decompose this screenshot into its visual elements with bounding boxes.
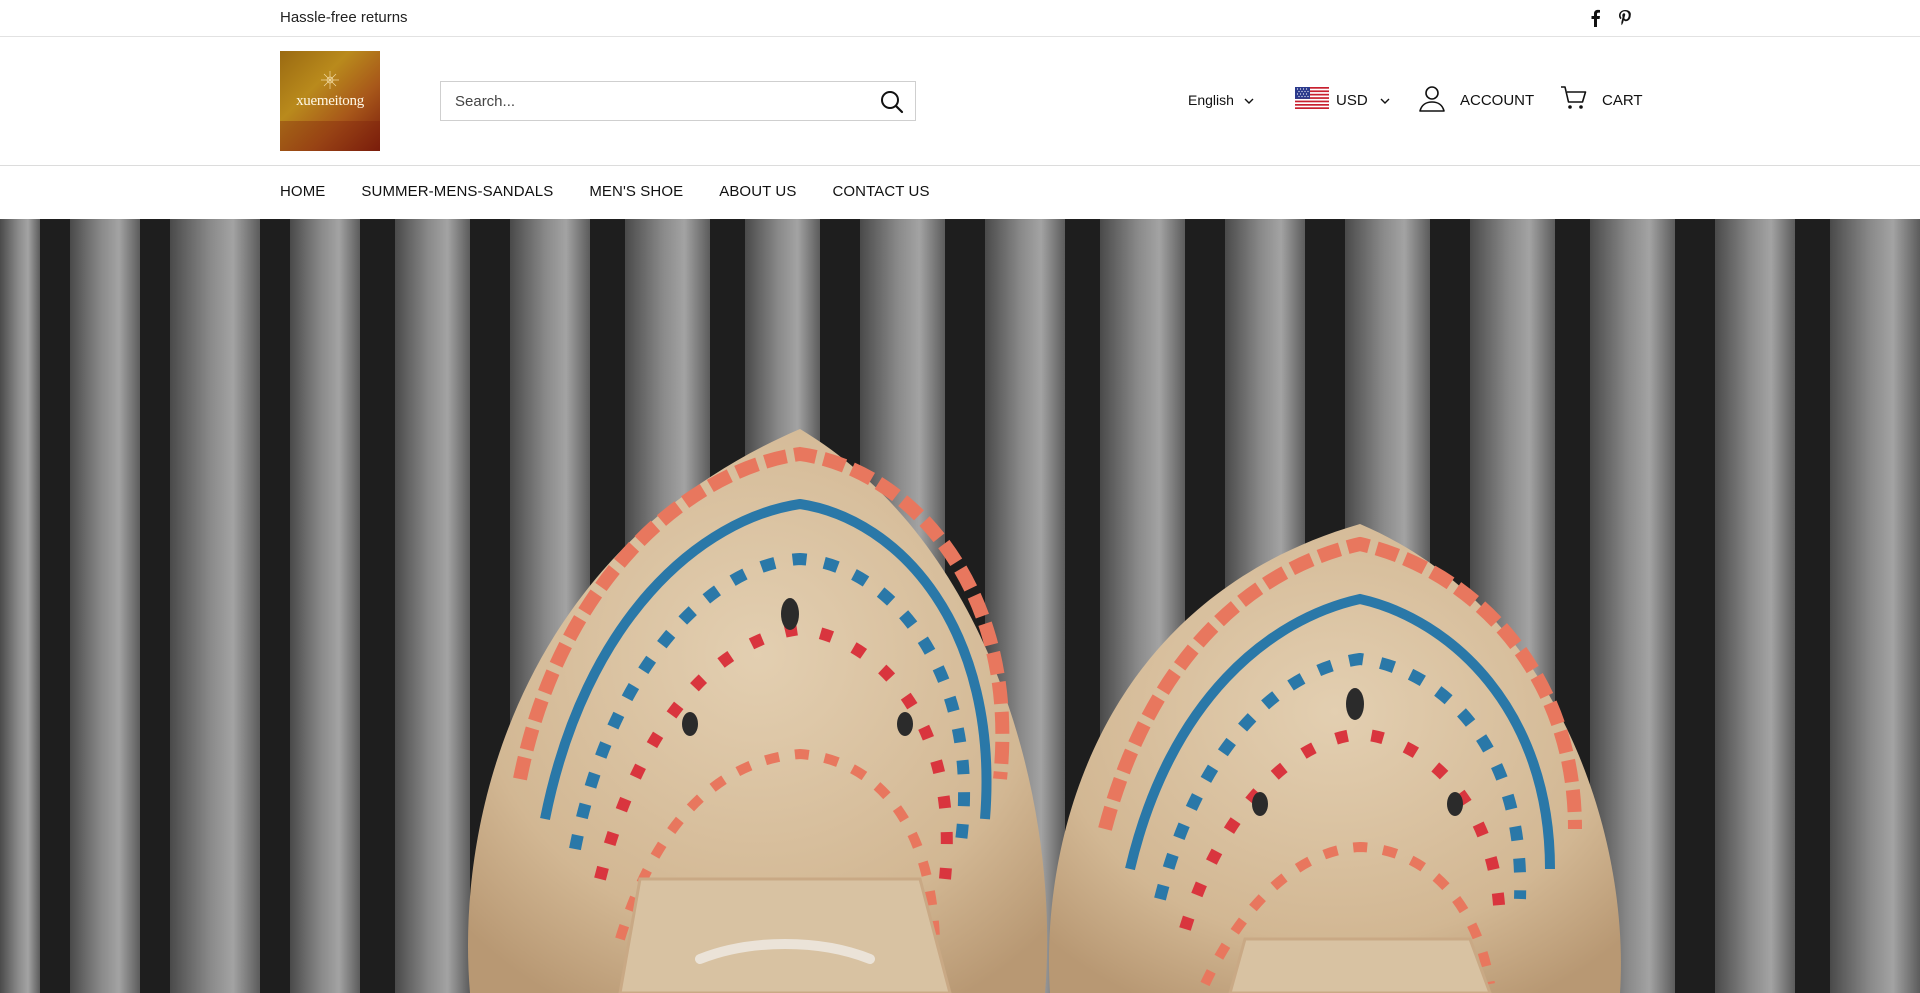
social-links [1585, 8, 1635, 28]
language-selector[interactable]: English [1188, 85, 1254, 115]
logo-text: xuemeitong [296, 93, 364, 109]
chevron-down-icon [1244, 92, 1254, 108]
announcement-text: Hassle-free returns [280, 9, 408, 26]
nav-item-summer-mens-sandals[interactable]: SUMMER-MENS-SANDALS [361, 183, 553, 200]
facebook-icon[interactable] [1585, 8, 1605, 28]
search-input[interactable] [441, 82, 861, 120]
cart-icon [1560, 85, 1588, 115]
site-header: xuemeitong English [0, 37, 1920, 166]
hero-banner-image[interactable] [0, 219, 1920, 993]
nav-item-about-us[interactable]: ABOUT US [719, 183, 796, 200]
announcement-bar: Hassle-free returns [0, 0, 1920, 37]
currency-selector[interactable]: USD [1295, 85, 1390, 115]
user-icon [1418, 84, 1446, 116]
currency-label: USD [1336, 91, 1368, 109]
us-flag-icon [1295, 87, 1329, 113]
nav-item-mens-shoe[interactable]: MEN'S SHOE [589, 183, 683, 200]
nav-item-contact-us[interactable]: CONTACT US [832, 183, 929, 200]
account-label: ACCOUNT [1460, 91, 1535, 109]
store-logo[interactable]: xuemeitong [280, 51, 380, 151]
language-label: English [1188, 92, 1234, 108]
main-nav: HOME SUMMER-MENS-SANDALS MEN'S SHOE ABOU… [0, 166, 1920, 219]
chevron-down-icon [1380, 92, 1390, 109]
cart-link[interactable]: CART [1560, 83, 1643, 117]
nav-item-home[interactable]: HOME [280, 183, 325, 200]
search-icon[interactable] [879, 89, 905, 115]
search-bar [440, 81, 916, 121]
account-link[interactable]: ACCOUNT [1418, 83, 1534, 117]
cart-label: CART [1602, 91, 1643, 109]
pinterest-icon[interactable] [1615, 8, 1635, 28]
